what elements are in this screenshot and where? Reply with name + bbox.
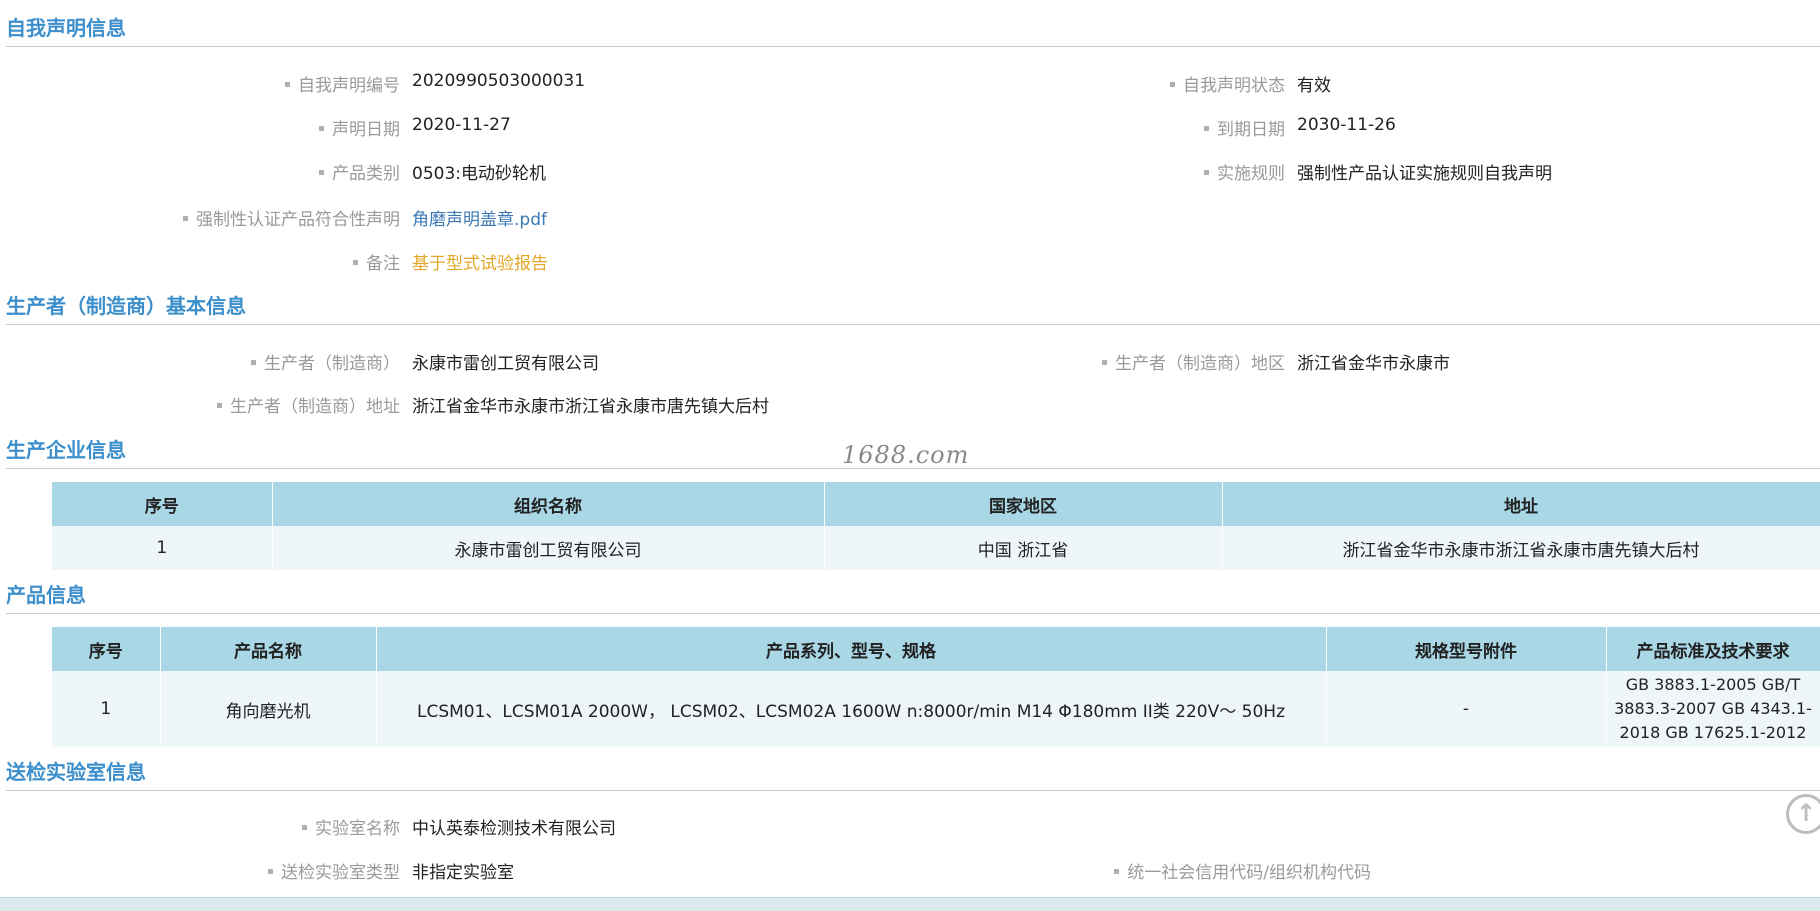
field-label-declaration-no: 自我声明编号 <box>285 71 400 96</box>
arrow-up-circle-icon[interactable]: ↑ <box>1786 794 1820 834</box>
field-value-lab-type: 非指定实验室 <box>412 863 514 883</box>
column-header: 产品系列、型号、规格 <box>376 627 1327 671</box>
field-value-declaration-status: 有效 <box>1297 76 1331 96</box>
field-label-lab-type: 送检实验室类型 <box>268 858 400 883</box>
table-cell: LCSM01、LCSM01A 2000W， LCSM02、LCSM02A 160… <box>376 671 1327 747</box>
section-title-lab: 送检实验室信息 <box>6 760 146 784</box>
section-divider <box>6 46 1820 47</box>
table-row: 1 角向磨光机 LCSM01、LCSM01A 2000W， LCSM02、LCS… <box>52 671 1820 747</box>
table-header-row: 序号 产品名称 产品系列、型号、规格 规格型号附件 产品标准及技术要求 <box>52 627 1820 671</box>
factory-table: 序号 组织名称 国家地区 地址 1 永康市雷创工贸有限公司 中国 浙江省 浙江省… <box>52 482 1820 570</box>
section-title-declaration: 自我声明信息 <box>6 16 126 40</box>
column-header: 地址 <box>1222 482 1820 526</box>
field-label-manufacturer: 生产者（制造商） <box>251 349 400 374</box>
table-cell: 中国 浙江省 <box>824 526 1223 570</box>
field-label-manufacturer-address: 生产者（制造商）地址 <box>217 392 400 417</box>
table-cell: - <box>1326 671 1607 747</box>
field-value-declaration-no: 2020990503000031 <box>412 71 586 91</box>
field-label-conformity-declaration: 强制性认证产品符合性声明 <box>183 205 400 230</box>
section-title-manufacturer: 生产者（制造商）基本信息 <box>6 294 246 318</box>
table-header-row: 序号 组织名称 国家地区 地址 <box>52 482 1820 526</box>
column-header: 国家地区 <box>824 482 1223 526</box>
field-label-remark: 备注 <box>353 249 400 274</box>
field-value-manufacturer-region: 浙江省金华市永康市 <box>1297 354 1450 374</box>
field-value-implementation-rule: 强制性产品认证实施规则自我声明 <box>1297 164 1552 184</box>
column-header: 序号 <box>52 627 161 671</box>
section-title-product: 产品信息 <box>6 583 86 607</box>
table-cell: GB 3883.1-2005 GB/T 3883.3-2007 GB 4343.… <box>1606 671 1820 747</box>
product-table: 序号 产品名称 产品系列、型号、规格 规格型号附件 产品标准及技术要求 1 角向… <box>52 627 1820 747</box>
column-header: 产品名称 <box>160 627 377 671</box>
field-value-lab-name: 中认英泰检测技术有限公司 <box>412 819 616 839</box>
field-label-declaration-status: 自我声明状态 <box>1170 71 1285 96</box>
section-divider <box>6 324 1820 325</box>
section-divider <box>6 613 1820 614</box>
watermark: 1688.com <box>842 441 970 469</box>
field-value-manufacturer-address: 浙江省金华市永康市浙江省永康市唐先镇大后村 <box>412 397 769 417</box>
column-header: 序号 <box>52 482 273 526</box>
section-title-factory: 生产企业信息 <box>6 438 126 462</box>
section-divider <box>6 790 1820 791</box>
field-value-product-category: 0503:电动砂轮机 <box>412 164 546 184</box>
table-cell: 1 <box>52 671 161 747</box>
field-label-lab-name: 实验室名称 <box>302 814 400 839</box>
table-cell: 角向磨光机 <box>160 671 377 747</box>
table-cell: 1 <box>52 526 273 570</box>
column-header: 产品标准及技术要求 <box>1606 627 1820 671</box>
conformity-pdf-link[interactable]: 角磨声明盖章.pdf <box>412 205 547 230</box>
field-value-declaration-date: 2020-11-27 <box>412 115 511 135</box>
field-value-remark: 基于型式试验报告 <box>412 254 548 274</box>
column-header: 组织名称 <box>272 482 825 526</box>
field-label-declaration-date: 声明日期 <box>319 115 400 140</box>
field-label-product-category: 产品类别 <box>319 159 400 184</box>
bottom-bar <box>0 897 1820 911</box>
field-value-manufacturer: 永康市雷创工贸有限公司 <box>412 354 599 374</box>
field-label-credit-code: 统一社会信用代码/组织机构代码 <box>1114 858 1371 883</box>
table-cell: 永康市雷创工贸有限公司 <box>272 526 825 570</box>
column-header: 规格型号附件 <box>1326 627 1607 671</box>
field-value-expiry-date: 2030-11-26 <box>1297 115 1396 135</box>
field-label-expiry-date: 到期日期 <box>1204 115 1285 140</box>
field-label-implementation-rule: 实施规则 <box>1204 159 1285 184</box>
field-label-manufacturer-region: 生产者（制造商）地区 <box>1102 349 1285 374</box>
table-cell: 浙江省金华市永康市浙江省永康市唐先镇大后村 <box>1222 526 1820 570</box>
table-row: 1 永康市雷创工贸有限公司 中国 浙江省 浙江省金华市永康市浙江省永康市唐先镇大… <box>52 526 1820 570</box>
